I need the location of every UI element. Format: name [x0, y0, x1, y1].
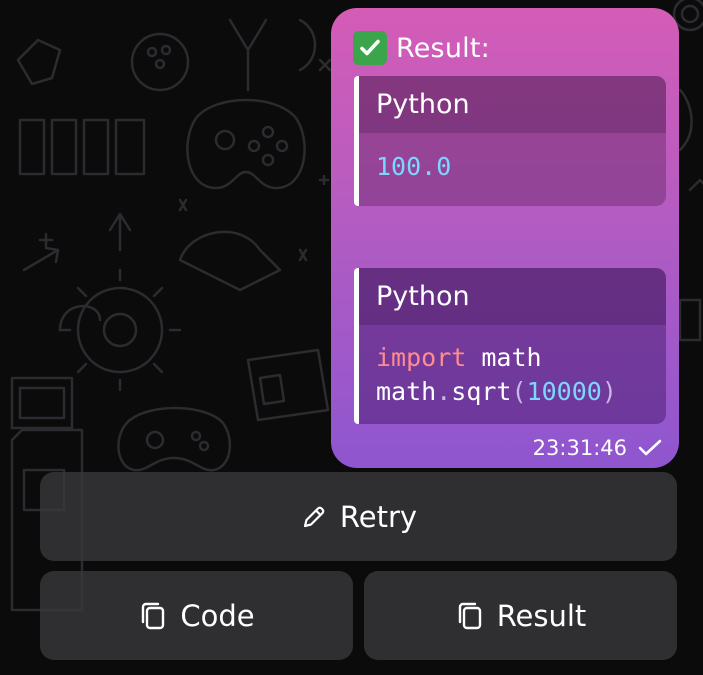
result-label: Result	[496, 598, 587, 633]
copy-icon	[138, 600, 168, 632]
code-body: 100.0	[359, 133, 666, 184]
pencil-icon	[300, 503, 328, 531]
check-mark-icon	[360, 39, 380, 56]
code-token: )	[601, 377, 617, 406]
code-token: math	[466, 343, 542, 372]
code-token: 10000	[526, 377, 602, 406]
code-token: math	[376, 377, 437, 406]
result-header: Result:	[353, 30, 490, 66]
code-label: Code	[180, 598, 255, 633]
retry-button[interactable]: Retry	[40, 472, 677, 561]
code-token: sqrt	[451, 377, 512, 406]
code-line: 100.0	[376, 150, 666, 184]
copy-code-button[interactable]: Code	[40, 571, 353, 660]
code-line: math.sqrt(10000)	[376, 375, 666, 409]
code-token: import	[376, 343, 467, 372]
code-token: .	[436, 377, 452, 406]
code-block-output[interactable]: Python 100.0	[354, 76, 666, 206]
code-token: 100.0	[376, 152, 452, 181]
code-line: import math	[376, 341, 666, 375]
read-check-icon	[638, 439, 662, 456]
code-token: (	[511, 377, 527, 406]
result-title: Result:	[396, 32, 490, 64]
retry-label: Retry	[339, 499, 418, 534]
code-language-label: Python	[359, 268, 666, 325]
code-body: import math math.sqrt(10000)	[359, 325, 666, 409]
message-time: 23:31:46	[532, 436, 627, 460]
copy-icon	[455, 600, 485, 632]
message-bubble[interactable]: Result: Python 100.0 Python import math m…	[331, 8, 679, 468]
message-timestamp: 23:31:46	[533, 436, 663, 460]
code-block-source[interactable]: Python import math math.sqrt(10000)	[354, 268, 666, 424]
copy-result-button[interactable]: Result	[364, 571, 677, 660]
check-mark-button-emoji	[353, 31, 387, 65]
code-language-label: Python	[359, 76, 666, 133]
